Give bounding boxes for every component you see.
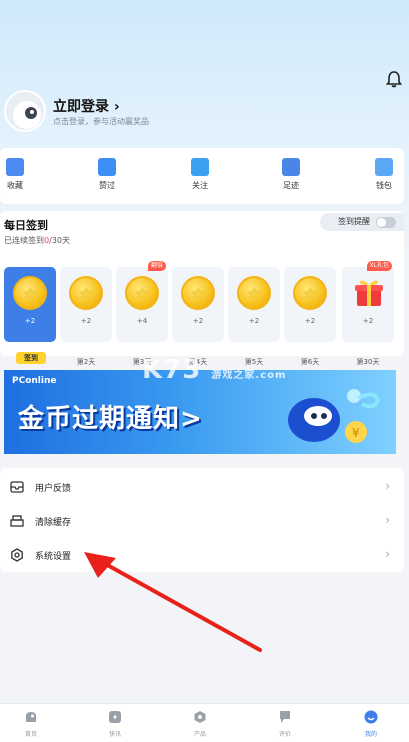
quick-item-follow[interactable]: 关注 (180, 158, 220, 191)
double-badge: 翻倍 (147, 261, 166, 271)
feedback-icon (10, 481, 24, 493)
banner-brand: PConline (12, 376, 57, 386)
chevron-right-icon: › (385, 479, 390, 493)
wallet-icon (375, 158, 393, 176)
quick-item-collect[interactable]: 收藏 (0, 158, 35, 191)
tab-profile[interactable]: 我的 (351, 710, 391, 738)
coin-icon (125, 276, 159, 310)
watermark: K73 游戏之家.com (142, 355, 287, 385)
bottom-tab-bar: 首页 快讯 产品 评价 我的 (0, 703, 409, 742)
settings-icon (11, 548, 23, 562)
coin-icon (181, 276, 215, 310)
tab-review[interactable]: 评价 (265, 710, 305, 738)
gift-badge: XL礼包 (366, 261, 392, 271)
checkin-day-6[interactable]: +2 第6天 (284, 267, 336, 366)
menu-item-clear-cache[interactable]: 清除缓存 › (0, 504, 404, 538)
quick-actions-bar: 收藏 赞过 关注 足迹 钱包 (0, 148, 404, 204)
checkin-day-5[interactable]: +2 第5天 (228, 267, 280, 366)
tab-home[interactable]: 首页 (11, 710, 51, 738)
checkin-remind-toggle[interactable]: 签到提醒 (320, 213, 404, 231)
checkin-title: 每日签到 (4, 219, 48, 232)
tab-flash[interactable]: 快讯 (95, 710, 135, 738)
svg-text:¥: ¥ (352, 426, 360, 440)
banner-headline: 金币过期通知> (18, 404, 203, 434)
product-icon (194, 711, 206, 723)
like-icon (98, 158, 116, 176)
checkin-day-1[interactable]: +2 签到 (4, 267, 56, 364)
footprint-icon (282, 158, 300, 176)
profile-header[interactable]: 立即登录 › 点击登录，参与活动赢奖品 (4, 90, 404, 138)
checkin-day-30[interactable]: XL礼包 +2 第30天 (342, 261, 394, 366)
bell-icon[interactable] (385, 70, 403, 88)
login-subtitle: 点击登录，参与活动赢奖品 (53, 117, 149, 126)
menu-item-settings[interactable]: 系统设置 › (0, 538, 404, 572)
checkin-day-4[interactable]: +2 第4天 (172, 267, 224, 366)
coin-icon (13, 276, 47, 310)
remind-switch[interactable] (376, 217, 396, 228)
tab-product[interactable]: 产品 (180, 710, 220, 738)
coin-icon (69, 276, 103, 310)
sign-in-button[interactable]: 签到 (16, 352, 46, 364)
follow-icon (191, 158, 209, 176)
coin-icon (237, 276, 271, 310)
collect-icon (6, 158, 24, 176)
home-icon (26, 712, 36, 722)
checkin-day-3[interactable]: 翻倍 +4 第3天 (116, 261, 168, 366)
coin-icon (293, 276, 327, 310)
profile-icon (364, 710, 378, 724)
chevron-right-icon: › (385, 513, 390, 527)
daily-checkin-card: 每日签到 已连续签到0/30天 签到提醒 +2 签到 +2 第2天 翻倍 +4 … (0, 211, 404, 366)
quick-item-like[interactable]: 赞过 (87, 158, 127, 191)
mascot-icon: ¥ (288, 389, 381, 443)
checkin-subtitle: 已连续签到0/30天 (4, 236, 70, 245)
menu-item-feedback[interactable]: 用户反馈 › (0, 470, 404, 504)
login-title[interactable]: 立即登录 › (53, 96, 120, 116)
checkin-days: +2 签到 +2 第2天 翻倍 +4 第3天 +2 第4天 +2 第5天 +2 … (4, 255, 400, 366)
flash-icon (109, 711, 121, 723)
checkin-day-2[interactable]: +2 第2天 (60, 267, 112, 366)
settings-menu: 用户反馈 › 清除缓存 › 系统设置 › (0, 468, 404, 572)
chevron-right-icon: › (385, 547, 390, 561)
review-icon (280, 711, 290, 723)
avatar-mascot-icon (13, 101, 41, 129)
avatar[interactable] (4, 90, 46, 132)
clear-cache-icon (10, 515, 24, 527)
quick-item-footprint[interactable]: 足迹 (271, 158, 311, 191)
gift-icon (355, 280, 383, 306)
quick-item-wallet[interactable]: 钱包 (364, 158, 404, 191)
